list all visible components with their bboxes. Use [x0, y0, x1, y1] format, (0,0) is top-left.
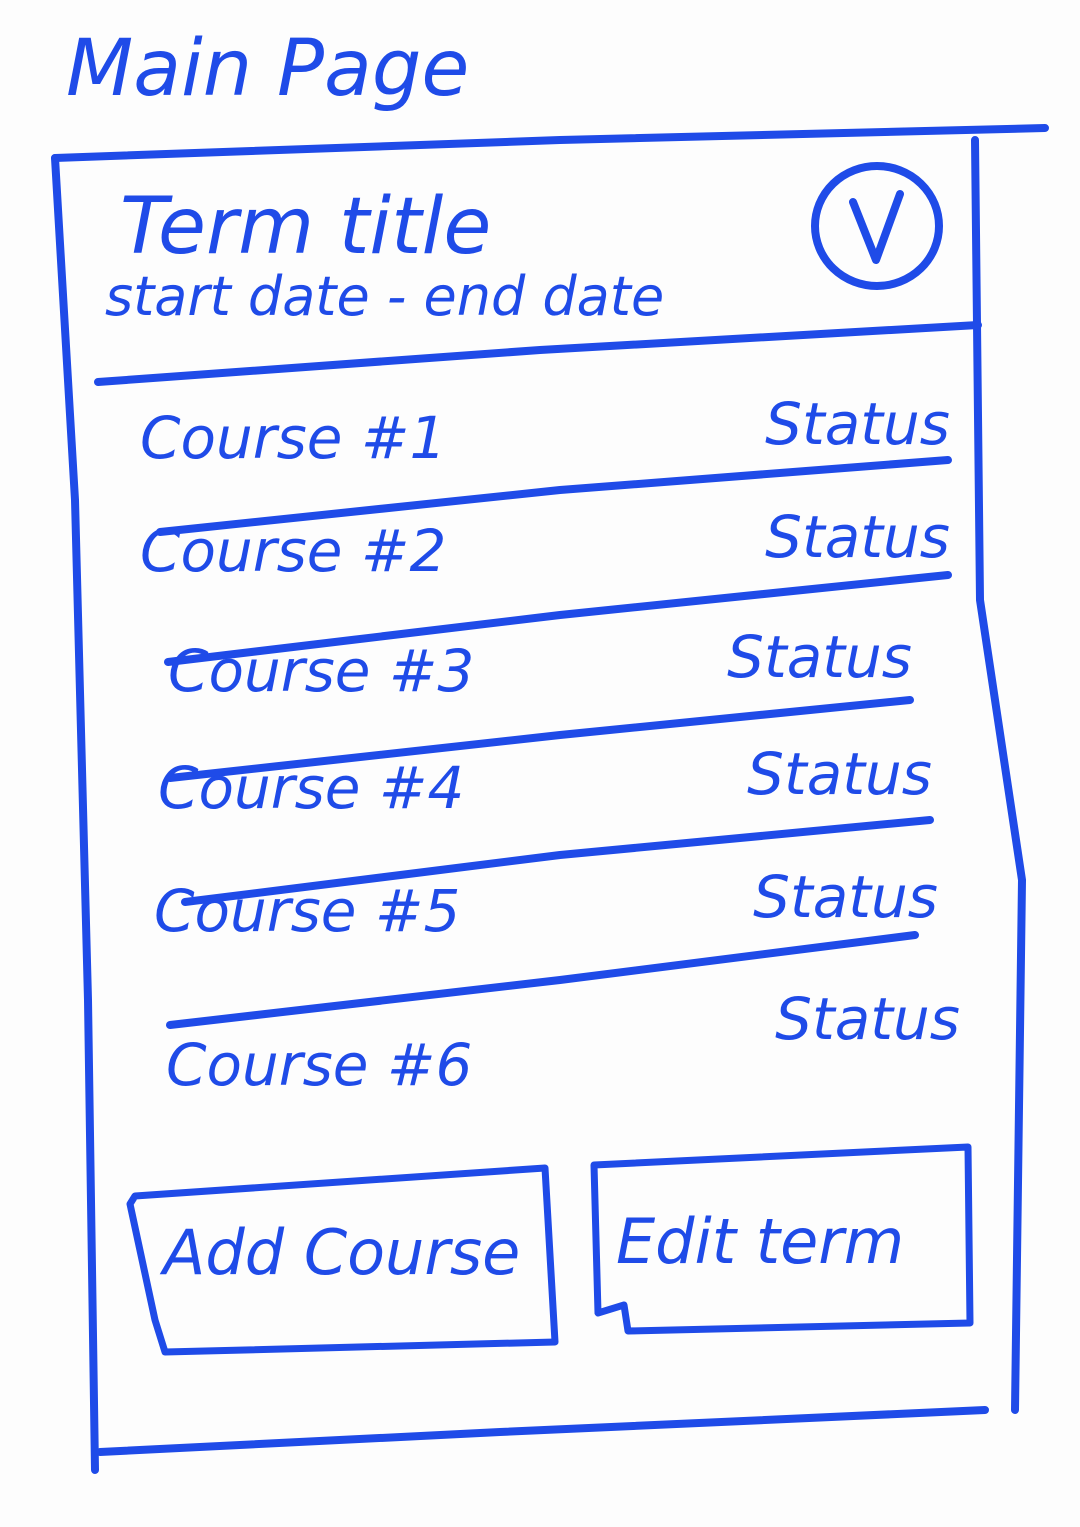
add-course-label: Add Course	[163, 1216, 521, 1289]
course-row-2[interactable]: Course #2 Status	[140, 508, 950, 598]
frame-right-edge	[971, 136, 1026, 1414]
page-title: Main Page	[66, 24, 470, 114]
course-status: Status	[727, 623, 912, 691]
check-icon	[811, 162, 943, 290]
course-row-3[interactable]: Course #3 Status	[140, 628, 950, 718]
frame-top-edge	[51, 124, 1049, 162]
course-name: Course #2	[140, 517, 447, 585]
course-name: Course #6	[166, 1031, 473, 1099]
header-divider	[94, 321, 982, 386]
frame-left-edge	[51, 154, 99, 1474]
add-course-button[interactable]: Add Course	[125, 1162, 565, 1362]
edit-term-button[interactable]: Edit term	[588, 1143, 974, 1338]
confirm-term-button[interactable]	[808, 160, 946, 292]
course-row-4[interactable]: Course #4 Status	[140, 745, 950, 835]
course-name: Course #5	[154, 877, 461, 945]
course-name: Course #3	[168, 637, 475, 705]
course-row-6[interactable]: Course #6 Status	[140, 990, 960, 1094]
course-name: Course #4	[158, 754, 465, 822]
course-row-1[interactable]: Course #1 Status	[140, 395, 950, 485]
course-name: Course #1	[140, 404, 447, 472]
term-dates: start date - end date	[105, 265, 665, 328]
course-status: Status	[753, 863, 938, 931]
course-status: Status	[775, 985, 960, 1053]
course-row-5[interactable]: Course #5 Status	[140, 868, 950, 958]
edit-term-label: Edit term	[616, 1205, 905, 1278]
course-status: Status	[765, 503, 950, 571]
frame-bottom-edge	[96, 1406, 989, 1456]
course-status: Status	[765, 390, 950, 458]
course-status: Status	[747, 740, 932, 808]
term-title: Term title	[120, 182, 492, 272]
